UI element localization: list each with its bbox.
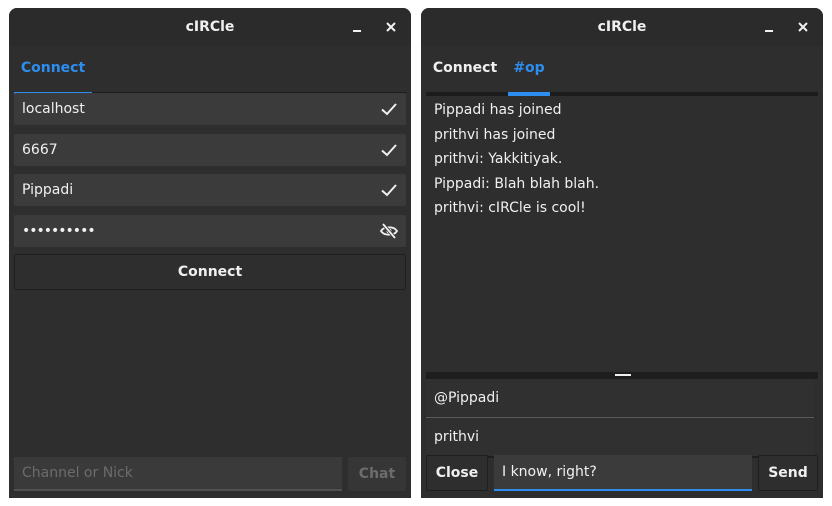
user-list-item[interactable]: @Pippadi xyxy=(426,379,814,418)
server-value: localhost xyxy=(22,101,85,117)
nick-field[interactable]: Pippadi xyxy=(14,174,406,206)
message-input-value: I know, right? xyxy=(502,464,597,480)
message-line: Pippadi has joined xyxy=(434,102,562,118)
check-icon xyxy=(381,103,397,116)
connect-window: cIRCle Connect localhost 6667 Pippadi ••… xyxy=(9,8,411,498)
nick-value: Pippadi xyxy=(22,182,74,198)
message-line: prithvi: cIRCle is cool! xyxy=(434,200,586,216)
drag-handle-icon[interactable] xyxy=(615,374,631,376)
check-icon xyxy=(381,184,397,197)
minimize-icon[interactable] xyxy=(759,17,779,37)
message-line: prithvi has joined xyxy=(434,126,556,143)
user-nick: @Pippadi xyxy=(434,390,500,406)
tab-connect[interactable]: Connect xyxy=(14,54,92,96)
connect-button[interactable]: Connect xyxy=(14,254,406,290)
channel-or-nick-input[interactable]: Channel or Nick xyxy=(14,457,342,491)
tab-bar: Connect #op xyxy=(426,54,818,96)
message-line: Pippadi: Blah blah blah. xyxy=(434,175,600,192)
send-button[interactable]: Send xyxy=(758,455,818,491)
chat-button[interactable]: Chat xyxy=(348,457,406,491)
title-bar[interactable]: cIRCle xyxy=(421,8,823,46)
close-icon[interactable] xyxy=(381,17,401,37)
close-icon[interactable] xyxy=(793,17,813,37)
password-value: •••••••••• xyxy=(22,223,96,239)
close-channel-button[interactable]: Close xyxy=(426,455,488,491)
password-field[interactable]: •••••••••• xyxy=(14,215,406,247)
message-log: Pippadi has joined prithvi has joined pr… xyxy=(434,98,599,221)
user-list-item[interactable]: prithvi xyxy=(426,418,814,458)
tab-op-channel[interactable]: #op xyxy=(508,54,550,96)
server-field[interactable]: localhost xyxy=(14,93,406,125)
check-icon xyxy=(381,144,397,157)
channel-input-placeholder: Channel or Nick xyxy=(22,465,133,481)
eye-slash-icon[interactable] xyxy=(380,222,398,240)
pane-divider[interactable] xyxy=(426,372,818,379)
port-value: 6667 xyxy=(22,142,58,158)
tab-connect[interactable]: Connect xyxy=(426,54,504,92)
title-bar[interactable]: cIRCle xyxy=(9,8,411,46)
user-nick: prithvi xyxy=(434,429,480,445)
tab-bar: Connect xyxy=(14,54,406,96)
chat-window: cIRCle Connect #op Pippadi has joined pr… xyxy=(421,8,823,498)
message-line: prithvi: Yakkitiyak. xyxy=(434,151,563,167)
minimize-icon[interactable] xyxy=(347,17,367,37)
port-field[interactable]: 6667 xyxy=(14,134,406,166)
message-input[interactable]: I know, right? xyxy=(494,455,752,491)
